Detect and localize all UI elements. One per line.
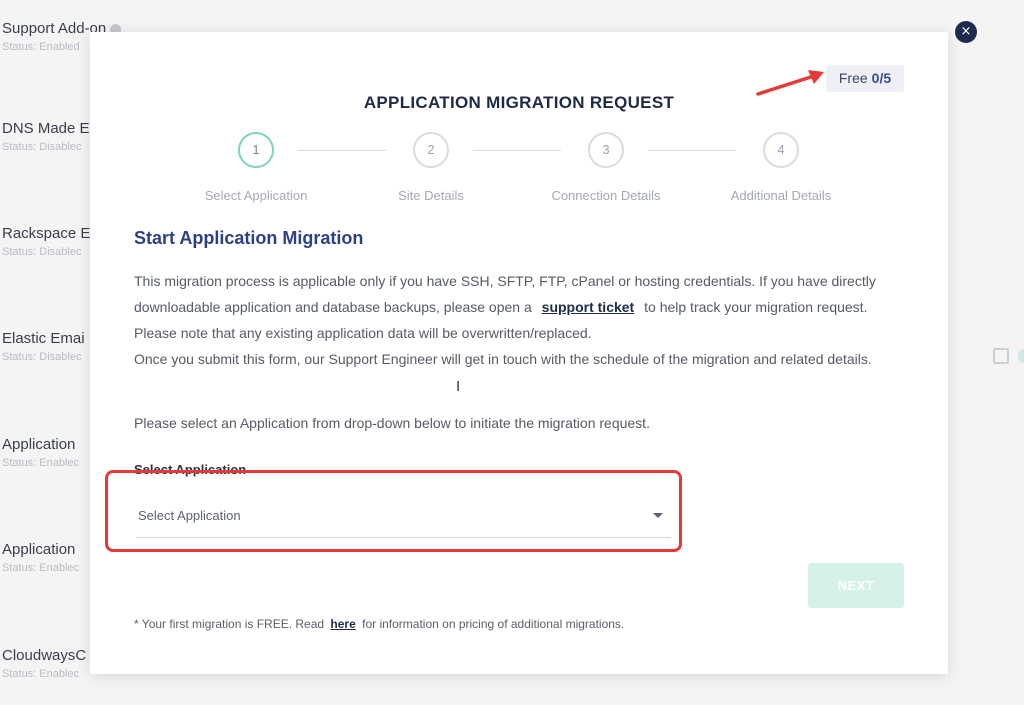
- step-number: 2: [413, 132, 449, 168]
- free-migration-badge: Free 0/5: [826, 65, 904, 92]
- bg-item-status: Status: Enablec: [2, 668, 80, 680]
- description-text: Once you submit this form, our Support E…: [134, 351, 872, 367]
- free-badge-count: 0/5: [871, 70, 892, 86]
- toggle-indicator: [1018, 348, 1024, 364]
- footnote: * Your first migration is FREE. Read her…: [134, 617, 624, 631]
- footnote-text: * Your first migration is FREE. Read: [134, 617, 325, 631]
- bg-item-title: Elastic Emai: [2, 330, 85, 347]
- bg-item-status: Status: Disablec: [2, 246, 82, 258]
- bg-item-rackspace: Rackspace E Status: Disablec: [2, 225, 90, 258]
- migration-modal: Free 0/5 APPLICATION MIGRATION REQUEST 1 …: [90, 32, 948, 674]
- step-label: Additional Details: [730, 188, 832, 203]
- migration-description: This migration process is applicable onl…: [134, 268, 894, 372]
- step-number: 3: [588, 132, 624, 168]
- support-ticket-link[interactable]: support ticket: [542, 299, 635, 315]
- list-view-icon: [993, 348, 1009, 364]
- modal-title: APPLICATION MIGRATION REQUEST: [363, 93, 675, 112]
- text-cursor-icon: I: [456, 378, 461, 395]
- step-site-details: 2 Site Details: [371, 132, 491, 203]
- instruction-text: Please select an Application from drop-d…: [134, 415, 650, 431]
- footnote-text: for information on pricing of additional…: [362, 617, 625, 631]
- bg-item-title: DNS Made E: [2, 120, 90, 137]
- close-icon[interactable]: ×: [955, 21, 977, 43]
- next-button[interactable]: NEXT: [808, 563, 904, 608]
- bg-item-title: CloudwaysC: [2, 647, 87, 664]
- pricing-here-link[interactable]: here: [330, 617, 355, 631]
- bg-item-title: Application: [2, 541, 76, 558]
- step-label: Select Application: [204, 188, 308, 203]
- step-connection-details: 3 Connection Details: [536, 132, 676, 203]
- bg-item-application-1: Application Status: Enablec: [2, 436, 79, 469]
- bg-item-status: Status: Enablec: [2, 562, 80, 574]
- bg-item-status: Status: Disablec: [2, 351, 82, 363]
- bg-item-cloudways: CloudwaysC Status: Enablec: [2, 647, 86, 680]
- step-number: 1: [238, 132, 274, 168]
- bg-item-status: Status: Disablec: [2, 141, 82, 153]
- step-select-application: 1 Select Application: [196, 132, 316, 203]
- bg-item-status: Status: Enablec: [2, 457, 80, 469]
- bg-item-application-2: Application Status: Enablec: [2, 541, 79, 574]
- step-number: 4: [763, 132, 799, 168]
- bg-item-title: Application: [2, 436, 76, 453]
- step-additional-details: 4 Additional Details: [711, 132, 851, 203]
- step-label: Site Details: [398, 188, 464, 203]
- annotation-highlight-box: [105, 470, 682, 552]
- step-label: Connection Details: [551, 188, 661, 203]
- bg-item-title: Rackspace E: [2, 225, 91, 242]
- bg-item-dns: DNS Made E Status: Disablec: [2, 120, 90, 153]
- free-badge-label: Free: [838, 70, 868, 86]
- bg-item-elastic-email: Elastic Emai Status: Disablec: [2, 330, 85, 363]
- section-title: Start Application Migration: [134, 228, 364, 248]
